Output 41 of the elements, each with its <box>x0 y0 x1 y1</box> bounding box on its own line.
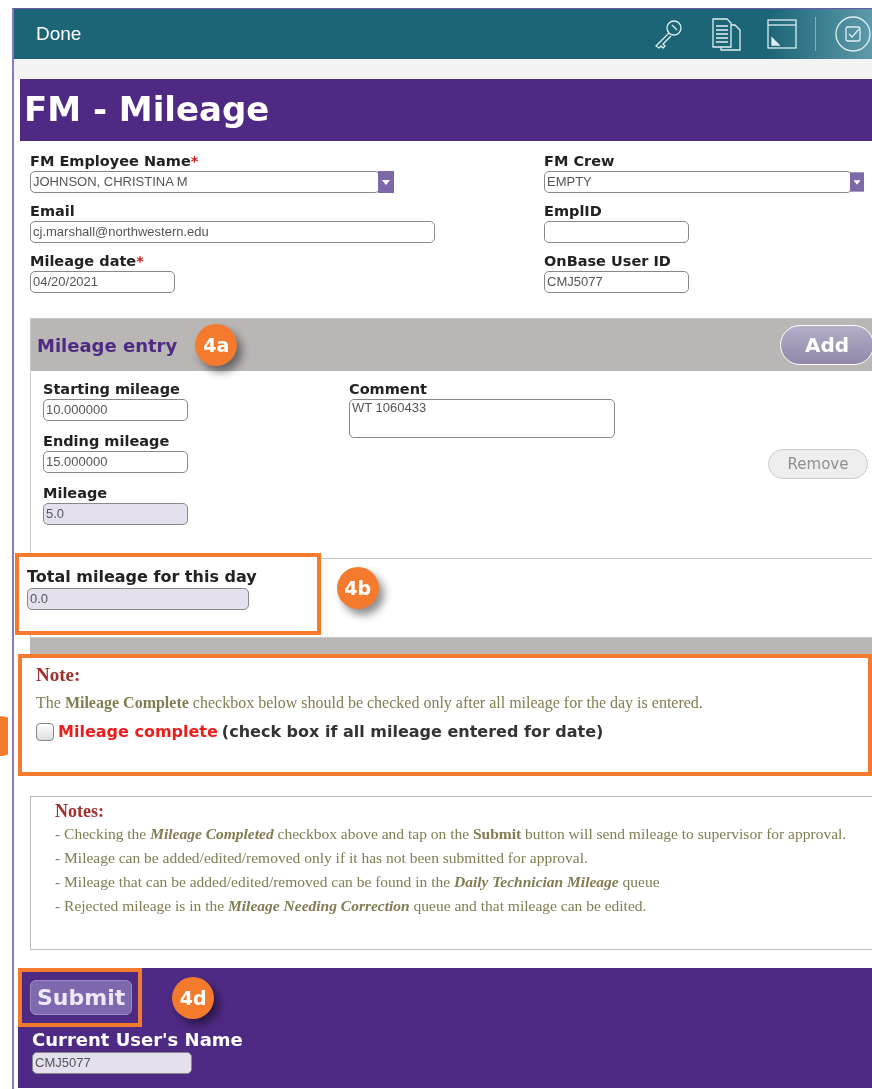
input-field[interactable]: 5.0 <box>43 503 188 525</box>
notes-title: Notes: <box>55 801 105 822</box>
input-field[interactable]: 15.000000 <box>43 451 188 473</box>
submit-button[interactable]: Submit <box>30 980 133 1015</box>
required-asterisk: * <box>190 153 199 169</box>
field-label: Current User's Name <box>32 1029 244 1050</box>
note-line: - Mileage can be added/edited/removed only if it has not been submitted for approval. <box>55 848 589 868</box>
checkbox-hint: (check box if all mileage entered for date) <box>221 722 604 741</box>
field-label: EmplID <box>544 203 602 219</box>
input-field[interactable]: CMJ5077 <box>544 271 689 293</box>
required-asterisk: * <box>136 253 144 269</box>
input-field[interactable]: CMJ5077 <box>32 1052 192 1074</box>
input-field[interactable]: cj.marshall@northwestern.edu <box>30 221 435 243</box>
checkbox-label[interactable]: Mileage complete <box>58 722 218 741</box>
field-label: Mileage date <box>30 253 137 269</box>
input-field[interactable]: 10.000000 <box>43 399 188 421</box>
note-line: - Mileage that can be added/edited/removed can be found in the Daily Technician Mileage queue <box>55 872 661 892</box>
note-line: - Checking the Mileage Completed checkbox above and tap on the Submit button will send mileage to supervisor for approval. <box>55 824 848 844</box>
field-label: Total mileage for this day <box>27 567 257 586</box>
note-text: The Mileage Complete checkbox below should be checked only after all mileage for the day is entered. <box>36 694 704 712</box>
callout-badge: 4d <box>172 976 215 1019</box>
note-line: - Rejected mileage is in the Mileage Needing Correction queue and that mileage can be edited. <box>55 896 648 916</box>
done-button[interactable]: Done <box>36 23 82 45</box>
dropdown-field[interactable]: EMPTY <box>544 171 852 193</box>
field-label: FM Employee Name <box>30 153 191 169</box>
callout-badge: 4a <box>195 324 238 366</box>
field-label: FM Crew <box>544 153 615 169</box>
field-label: Comment <box>349 381 428 397</box>
note-title: Note: <box>36 664 82 686</box>
comment-field[interactable]: WT 1060433 <box>349 399 615 438</box>
field-label: Starting mileage <box>43 381 181 397</box>
dropdown-field[interactable]: JOHNSON, CHRISTINA M <box>30 171 380 193</box>
callout-badge: 4b <box>336 567 379 609</box>
field-label: Email <box>30 203 75 219</box>
input-field[interactable]: 04/20/2021 <box>30 271 175 293</box>
field-label: Ending mileage <box>43 433 171 449</box>
field-label: OnBase User ID <box>544 253 671 269</box>
form-title: FM - Mileage <box>20 79 872 141</box>
input-field[interactable]: 0.0 <box>27 588 249 610</box>
section-title: Mileage entry <box>37 334 178 356</box>
field-label: Mileage <box>43 485 109 501</box>
